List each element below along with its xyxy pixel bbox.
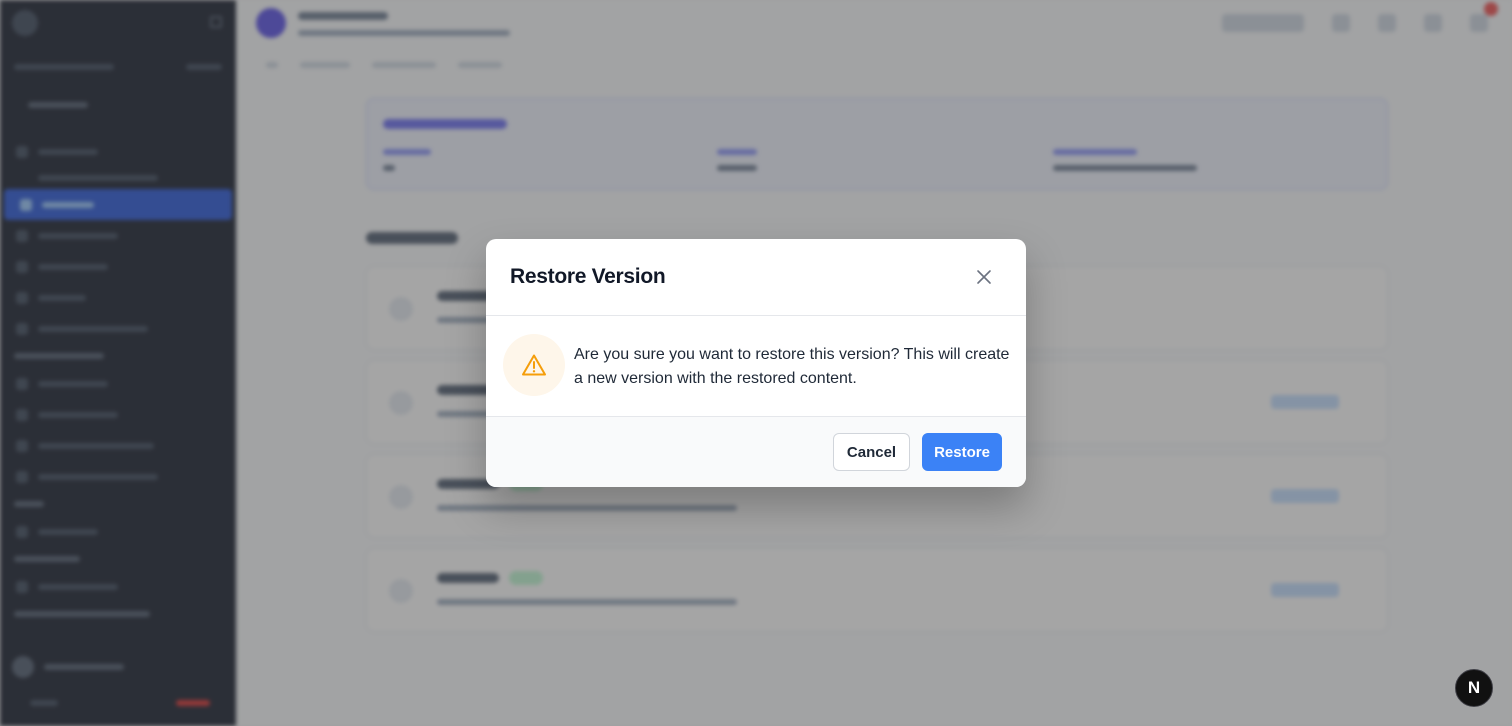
dialog-footer: Cancel Restore	[486, 416, 1026, 487]
warning-icon-container	[503, 334, 565, 396]
dev-tools-badge[interactable]: N	[1455, 669, 1493, 707]
dialog-header: Restore Version	[486, 239, 1026, 316]
cancel-button[interactable]: Cancel	[833, 433, 910, 471]
dialog-title: Restore Version	[510, 265, 666, 288]
warning-triangle-icon	[522, 354, 546, 376]
dialog-message: Are you sure you want to restore this ve…	[574, 346, 1010, 387]
restore-version-dialog: Restore Version Are you sure you want to…	[486, 239, 1026, 487]
close-icon	[977, 270, 991, 284]
close-button[interactable]	[972, 265, 996, 289]
dialog-body: Are you sure you want to restore this ve…	[486, 316, 1026, 416]
restore-button[interactable]: Restore	[922, 433, 1002, 471]
